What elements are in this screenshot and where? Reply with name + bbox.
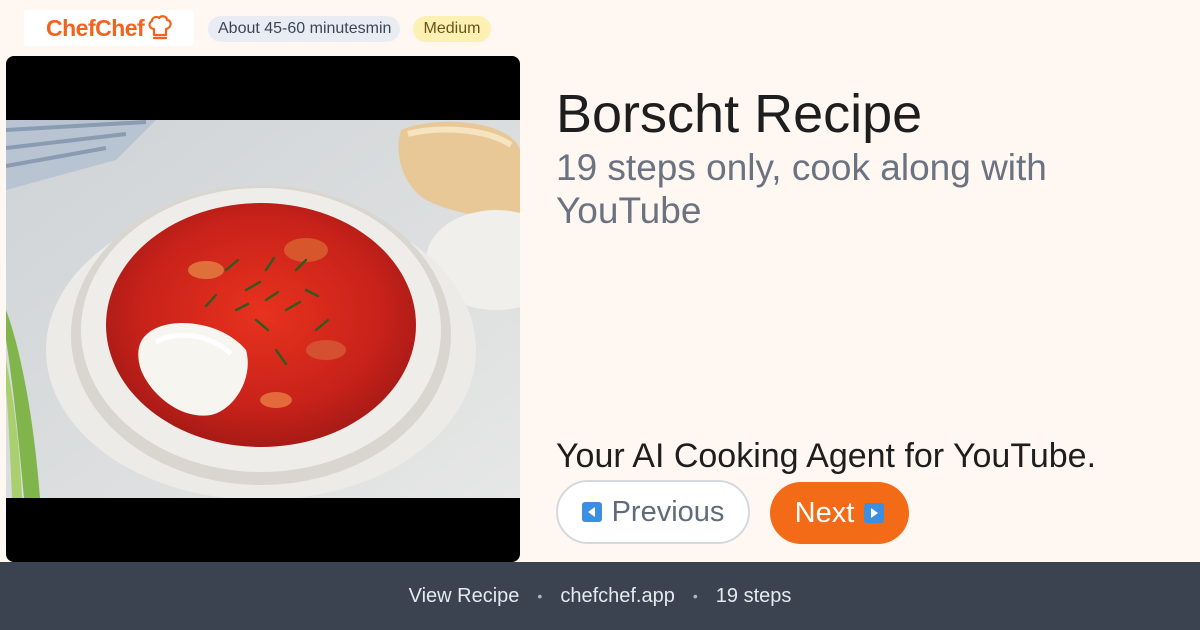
site-link[interactable]: chefchef.app [560,585,675,608]
next-button-label: Next [794,496,855,529]
previous-button[interactable]: Previous [556,480,750,544]
next-button[interactable]: Next [770,482,909,544]
brand-name: ChefChef [46,14,145,41]
chef-hat-icon [148,15,172,40]
recipe-title: Borscht Recipe [556,84,923,144]
recipe-photo [6,120,520,498]
previous-button-label: Previous [611,495,725,528]
cook-time-badge: About 45-60 minutesmin [208,16,400,42]
arrow-right-icon [864,503,885,523]
view-recipe-link[interactable]: View Recipe [409,585,520,608]
difficulty-badge: Medium [413,16,491,42]
brand-logo[interactable]: ChefChef [24,10,194,46]
recipe-subtitle: 19 steps only, cook along with YouTube [556,147,1047,231]
footer-bar: View Recipe • chefchef.app • 19 steps [0,562,1200,630]
steps-count: 19 steps [715,584,792,607]
tagline: Your AI Cooking Agent for YouTube. [556,437,1097,475]
recipe-media-panel[interactable] [6,56,520,562]
arrow-left-icon [581,502,602,522]
footer-separator: • [537,588,543,604]
footer-separator: • [692,588,698,604]
